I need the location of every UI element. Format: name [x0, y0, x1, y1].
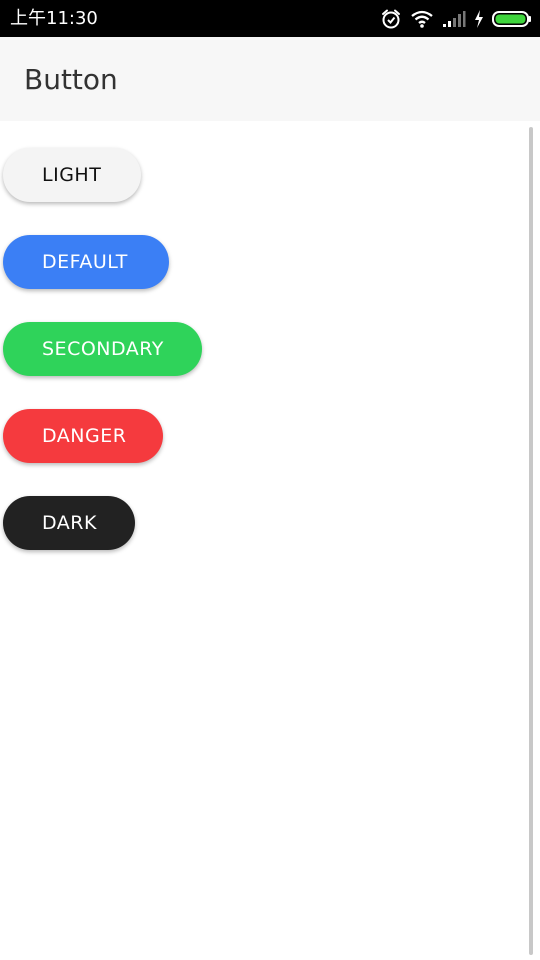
light-button-label: LIGHT [42, 164, 102, 186]
light-button[interactable]: LIGHT [3, 148, 141, 202]
default-button-label: DEFAULT [42, 251, 128, 273]
charging-icon [474, 9, 484, 28]
danger-button[interactable]: DANGER [3, 409, 163, 463]
danger-button-label: DANGER [42, 425, 127, 447]
dark-button-label: DARK [42, 512, 97, 534]
app-bar: Button [0, 37, 540, 121]
alarm-icon [380, 8, 402, 30]
scrollbar[interactable] [529, 127, 533, 955]
default-button[interactable]: DEFAULT [3, 235, 169, 289]
phone-screen: 上午11:30 Button LIGHT DEFAULT SECONDARY D… [0, 0, 540, 960]
status-time: 上午11:30 [10, 8, 98, 29]
page-title: Button [24, 63, 118, 96]
status-bar: 上午11:30 [0, 0, 540, 37]
signal-icon [442, 10, 466, 28]
wifi-icon [410, 9, 434, 29]
secondary-button[interactable]: SECONDARY [3, 322, 202, 376]
status-icons [380, 0, 532, 37]
battery-icon [492, 10, 532, 28]
dark-button[interactable]: DARK [3, 496, 135, 550]
content-area: LIGHT DEFAULT SECONDARY DANGER DARK [0, 121, 540, 960]
secondary-button-label: SECONDARY [42, 338, 164, 360]
